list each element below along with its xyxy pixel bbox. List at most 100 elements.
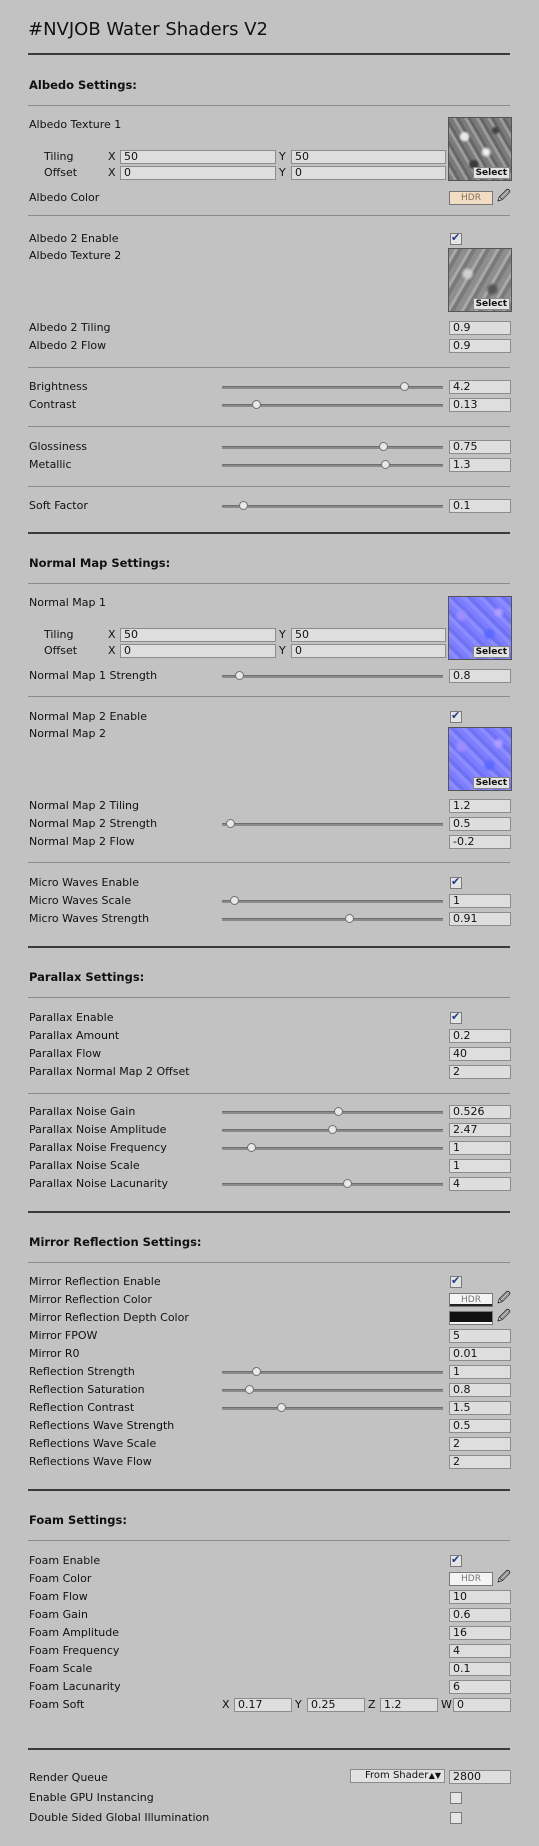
micro-waves-scale-thumb[interactable] xyxy=(230,896,240,905)
soft-factor-slider-thumb[interactable] xyxy=(238,501,248,510)
metallic-slider-thumb[interactable] xyxy=(381,460,390,469)
albedo-tiling-y-field[interactable]: 50 xyxy=(291,150,446,164)
parallax-normal-map-2-offset-field[interactable]: 2 xyxy=(449,1065,511,1079)
albedo-texture-2-slot[interactable]: Select xyxy=(448,248,512,312)
micro-waves-scale-track[interactable] xyxy=(222,900,443,903)
texture-select-button[interactable]: Select xyxy=(472,777,510,789)
render-queue-dropdown[interactable]: From Shader ▲▼ xyxy=(350,1769,445,1783)
normal-map-2-strength-field[interactable]: 0.5 xyxy=(449,817,511,831)
micro-waves-enable-checkbox[interactable] xyxy=(450,875,462,889)
foam-color-swatch[interactable]: HDR xyxy=(449,1572,493,1586)
reflection-contrast-track[interactable] xyxy=(222,1407,443,1410)
albedo-2-flow-field[interactable]: 0.9 xyxy=(449,339,511,353)
normal-tiling-y-field[interactable]: 50 xyxy=(291,628,446,642)
texture-select-button[interactable]: Select xyxy=(472,646,510,658)
contrast-field[interactable]: 0.13 xyxy=(449,398,511,412)
foam-soft-x-field[interactable]: 0.17 xyxy=(234,1698,292,1712)
parallax-noise-scale-field[interactable]: 1 xyxy=(449,1159,511,1173)
micro-waves-strength-track[interactable] xyxy=(222,918,443,921)
parallax-amount-field[interactable]: 0.2 xyxy=(449,1029,511,1043)
reflections-wave-scale-field[interactable]: 2 xyxy=(449,1437,511,1451)
soft-factor-slider-track[interactable] xyxy=(222,505,443,508)
normal-tiling-x-field[interactable]: 50 xyxy=(120,628,276,642)
foam-soft-z-field[interactable]: 1.2 xyxy=(380,1698,438,1712)
foam-flow-field[interactable]: 10 xyxy=(449,1590,511,1604)
albedo-offset-y-field[interactable]: 0 xyxy=(291,166,446,180)
eyedropper-icon[interactable]: 🖉 xyxy=(497,190,511,204)
normal-map-1-strength-field[interactable]: 0.8 xyxy=(449,669,511,683)
glossiness-slider-thumb[interactable] xyxy=(378,442,388,451)
parallax-noise-lacunarity-thumb[interactable] xyxy=(342,1179,352,1188)
micro-waves-strength-field[interactable]: 0.91 xyxy=(449,912,511,926)
mirror-reflection-depth-color-swatch[interactable]: HDR xyxy=(449,1311,493,1325)
normal-map-2-strength-thumb[interactable] xyxy=(226,819,236,828)
glossiness-slider-track[interactable] xyxy=(222,446,443,449)
parallax-noise-gain-track[interactable] xyxy=(222,1111,443,1114)
reflections-wave-flow-field[interactable]: 2 xyxy=(449,1455,511,1469)
texture-select-button[interactable]: Select xyxy=(472,167,510,179)
gpu-instancing-checkbox[interactable] xyxy=(450,1792,462,1804)
normal-offset-y-field[interactable]: 0 xyxy=(291,644,446,658)
mirror-reflection-enable-checkbox[interactable] xyxy=(450,1274,462,1288)
reflection-contrast-thumb[interactable] xyxy=(277,1403,287,1412)
normal-map-1-strength-thumb[interactable] xyxy=(234,671,244,680)
parallax-flow-field[interactable]: 40 xyxy=(449,1047,511,1061)
foam-frequency-field[interactable]: 4 xyxy=(449,1644,511,1658)
parallax-noise-amplitude-field[interactable]: 2.47 xyxy=(449,1123,511,1137)
reflection-strength-field[interactable]: 1 xyxy=(449,1365,511,1379)
reflection-contrast-field[interactable]: 1.5 xyxy=(449,1401,511,1415)
normal-map-2-tiling-field[interactable]: 1.2 xyxy=(449,799,511,813)
foam-lacunarity-field[interactable]: 6 xyxy=(449,1680,511,1694)
render-queue-field[interactable]: 2800 xyxy=(449,1770,511,1784)
micro-waves-scale-field[interactable]: 1 xyxy=(449,894,511,908)
reflection-saturation-track[interactable] xyxy=(222,1389,443,1392)
reflection-saturation-thumb[interactable] xyxy=(245,1385,255,1394)
normal-map-2-strength-track[interactable] xyxy=(222,823,443,826)
foam-soft-w-field[interactable]: 0 xyxy=(453,1698,511,1712)
mirror-r0-field[interactable]: 0.01 xyxy=(449,1347,511,1361)
normal-map-1-slot[interactable]: Select xyxy=(448,596,512,660)
albedo-texture-1-slot[interactable]: Select xyxy=(448,117,512,181)
normal-map-1-strength-track[interactable] xyxy=(222,675,443,678)
mirror-reflection-color-swatch[interactable]: HDR xyxy=(449,1293,493,1307)
foam-amplitude-field[interactable]: 16 xyxy=(449,1626,511,1640)
foam-gain-field[interactable]: 0.6 xyxy=(449,1608,511,1622)
reflection-strength-thumb[interactable] xyxy=(251,1367,261,1376)
eyedropper-icon[interactable]: 🖉 xyxy=(497,1292,511,1306)
parallax-noise-frequency-field[interactable]: 1 xyxy=(449,1141,511,1155)
normal-map-2-enable-checkbox[interactable] xyxy=(450,709,462,723)
brightness-field[interactable]: 4.2 xyxy=(449,380,511,394)
reflections-wave-strength-field[interactable]: 0.5 xyxy=(449,1419,511,1433)
foam-soft-y-field[interactable]: 0.25 xyxy=(307,1698,365,1712)
normal-map-2-slot[interactable]: Select xyxy=(448,727,512,791)
double-sided-gi-checkbox[interactable] xyxy=(450,1812,462,1824)
parallax-enable-checkbox[interactable] xyxy=(450,1010,462,1024)
brightness-slider-thumb[interactable] xyxy=(400,382,410,391)
albedo-2-enable-checkbox[interactable] xyxy=(450,231,462,245)
foam-scale-field[interactable]: 0.1 xyxy=(449,1662,511,1676)
parallax-noise-gain-field[interactable]: 0.526 xyxy=(449,1105,511,1119)
texture-select-button[interactable]: Select xyxy=(472,298,510,310)
parallax-noise-lacunarity-track[interactable] xyxy=(222,1183,443,1186)
albedo-2-tiling-field[interactable]: 0.9 xyxy=(449,321,511,335)
normal-offset-x-field[interactable]: 0 xyxy=(120,644,276,658)
parallax-noise-lacunarity-field[interactable]: 4 xyxy=(449,1177,511,1191)
eyedropper-icon[interactable]: 🖉 xyxy=(497,1310,511,1324)
albedo-color-swatch[interactable]: HDR xyxy=(449,191,493,205)
albedo-offset-x-field[interactable]: 0 xyxy=(120,166,276,180)
contrast-slider-thumb[interactable] xyxy=(251,400,261,409)
parallax-noise-gain-thumb[interactable] xyxy=(334,1107,344,1116)
parallax-noise-frequency-thumb[interactable] xyxy=(247,1143,257,1152)
brightness-slider-track[interactable] xyxy=(222,386,443,389)
foam-enable-checkbox[interactable] xyxy=(450,1553,462,1567)
metallic-slider-track[interactable] xyxy=(222,464,443,467)
mirror-fpow-field[interactable]: 5 xyxy=(449,1329,511,1343)
glossiness-field[interactable]: 0.75 xyxy=(449,440,511,454)
parallax-noise-amplitude-thumb[interactable] xyxy=(328,1125,337,1134)
albedo-tiling-x-field[interactable]: 50 xyxy=(120,150,276,164)
reflection-saturation-field[interactable]: 0.8 xyxy=(449,1383,511,1397)
soft-factor-field[interactable]: 0.1 xyxy=(449,499,511,513)
normal-map-2-flow-field[interactable]: -0.2 xyxy=(449,835,511,849)
eyedropper-icon[interactable]: 🖉 xyxy=(497,1571,511,1585)
metallic-field[interactable]: 1.3 xyxy=(449,458,511,472)
